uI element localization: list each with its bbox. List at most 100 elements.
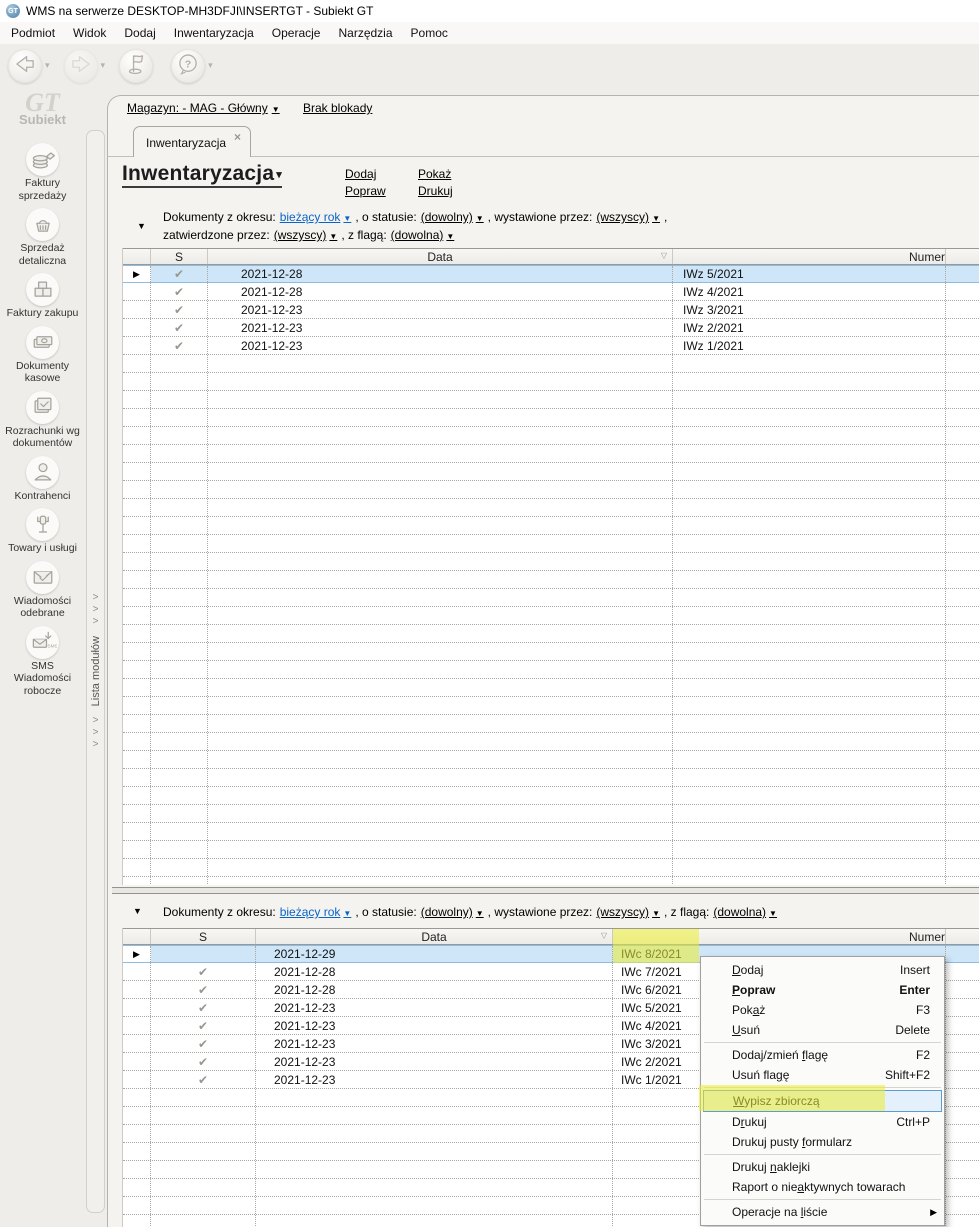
table-row[interactable]: ✔2021-12-23IWz 1/2021: [123, 337, 979, 355]
menu-item-drukuj[interactable]: DrukujCtrl+P: [701, 1112, 944, 1132]
sort-indicator-icon[interactable]: ▽: [601, 931, 607, 940]
column-header-filler[interactable]: [946, 249, 979, 264]
empty-table-row[interactable]: [123, 553, 979, 571]
empty-table-row[interactable]: [123, 769, 979, 787]
tab-inwentaryzacja[interactable]: Inwentaryzacja ×: [133, 126, 251, 157]
sidebar-item-sms-wiadomo-ci-robocze[interactable]: SMSSMS Wiadomości robocze: [2, 623, 84, 701]
empty-table-row[interactable]: [123, 625, 979, 643]
popraw-link[interactable]: Popraw: [345, 184, 386, 198]
table-row[interactable]: ✔2021-12-23IWz 3/2021: [123, 301, 979, 319]
menubar-item-pomoc[interactable]: Pomoc: [402, 23, 457, 43]
table-row[interactable]: ✔2021-12-23IWz 2/2021: [123, 319, 979, 337]
empty-table-row[interactable]: [123, 697, 979, 715]
table-row[interactable]: ▶✔2021-12-28IWz 5/2021: [123, 265, 979, 283]
menu-item-raport-o-nieaktywnych-towarach[interactable]: Raport o nieaktywnych towarach: [701, 1177, 944, 1197]
empty-table-row[interactable]: [123, 715, 979, 733]
menubar-item-narzędzia[interactable]: Narzędzia: [329, 23, 401, 43]
column-header-numer[interactable]: Numer: [613, 929, 946, 944]
empty-table-row[interactable]: [123, 751, 979, 769]
empty-table-row[interactable]: [123, 643, 979, 661]
chevron-down-icon[interactable]: ▾: [208, 60, 213, 71]
pokaz-link[interactable]: Pokaż: [418, 167, 451, 181]
column-header-s[interactable]: S: [151, 249, 208, 264]
menu-item-dodaj[interactable]: DodajInsert: [701, 960, 944, 980]
empty-table-row[interactable]: [123, 787, 979, 805]
menubar-item-podmiot[interactable]: Podmiot: [2, 23, 64, 43]
chevron-down-icon[interactable]: ▾: [101, 60, 106, 71]
empty-table-row[interactable]: [123, 517, 979, 535]
menu-item-operacje-na-li-cie[interactable]: Operacje na liście▶: [701, 1202, 944, 1222]
filter-value-dropdown[interactable]: (wszyscy)▼: [596, 210, 660, 224]
help-button[interactable]: ?: [171, 49, 205, 83]
empty-table-row[interactable]: [123, 409, 979, 427]
sidebar-item-towary-i-us-ugi[interactable]: Towary i usługi: [2, 505, 84, 558]
menubar-item-dodaj[interactable]: Dodaj: [115, 23, 164, 43]
menu-item-usu-[interactable]: UsuńDelete: [701, 1020, 944, 1040]
menu-item-dodaj-zmie-flag-[interactable]: Dodaj/zmień flagęF2: [701, 1045, 944, 1065]
menu-item-drukuj-pusty-formularz[interactable]: Drukuj pusty formularz: [701, 1132, 944, 1152]
empty-table-row[interactable]: [123, 823, 979, 841]
column-header-marker[interactable]: [123, 249, 151, 264]
column-header-data[interactable]: Data▽: [208, 249, 673, 264]
menubar-item-widok[interactable]: Widok: [64, 23, 115, 43]
menu-item-poka-[interactable]: PokażF3: [701, 1000, 944, 1020]
filter-collapse-icon[interactable]: ▼: [137, 221, 146, 231]
empty-table-row[interactable]: [123, 805, 979, 823]
menu-item-popraw[interactable]: PoprawEnter: [701, 980, 944, 1000]
table-row[interactable]: ✔2021-12-28IWz 4/2021: [123, 283, 979, 301]
empty-table-row[interactable]: [123, 427, 979, 445]
sidebar-item-faktury-zakupu[interactable]: Faktury zakupu: [2, 270, 84, 323]
menubar-item-operacje[interactable]: Operacje: [263, 23, 330, 43]
menu-item-usu-flag-[interactable]: Usuń flagęShift+F2: [701, 1065, 944, 1085]
warehouse-selector[interactable]: Magazyn: - MAG - Główny▼: [127, 101, 280, 115]
filter-collapse-icon[interactable]: ▼: [133, 906, 142, 916]
column-header-data[interactable]: Data▽: [256, 929, 613, 944]
sidebar-item-dokumenty-kasowe[interactable]: Dokumenty kasowe: [2, 323, 84, 388]
modules-strip-toggle[interactable]: > > > Lista modułów > > >: [86, 130, 105, 1213]
filter-value-dropdown[interactable]: bieżący rok▼: [280, 210, 352, 224]
empty-table-row[interactable]: [123, 481, 979, 499]
filter-value-dropdown[interactable]: (wszyscy)▼: [274, 228, 338, 242]
filter-value-dropdown[interactable]: (dowolny)▼: [421, 210, 484, 224]
drukuj-link[interactable]: Drukuj: [418, 184, 453, 198]
column-header-s[interactable]: S: [151, 929, 256, 944]
empty-table-row[interactable]: [123, 607, 979, 625]
filter-value-dropdown[interactable]: (wszyscy)▼: [596, 905, 660, 919]
dodaj-link[interactable]: Dodaj: [345, 167, 376, 181]
sidebar-item-wiadomo-ci-odebrane[interactable]: Wiadomości odebrane: [2, 558, 84, 623]
empty-table-row[interactable]: [123, 841, 979, 859]
empty-table-row[interactable]: [123, 679, 979, 697]
empty-table-row[interactable]: [123, 877, 979, 885]
chevron-down-icon[interactable]: ▾: [45, 60, 50, 71]
empty-table-row[interactable]: [123, 499, 979, 517]
empty-table-row[interactable]: [123, 445, 979, 463]
empty-table-row[interactable]: [123, 661, 979, 679]
nav-arrow-button[interactable]: [8, 49, 42, 83]
empty-table-row[interactable]: [123, 733, 979, 751]
close-icon[interactable]: ×: [234, 130, 241, 144]
sort-indicator-icon[interactable]: ▽: [661, 251, 667, 260]
page-title[interactable]: Inwentaryzacja▾: [122, 162, 282, 186]
empty-table-row[interactable]: [123, 391, 979, 409]
column-header-marker[interactable]: [123, 929, 151, 944]
filter-value-dropdown[interactable]: (dowolna)▼: [391, 228, 455, 242]
filter-value-dropdown[interactable]: bieżący rok▼: [280, 905, 352, 919]
flag-button[interactable]: [119, 49, 153, 83]
sidebar-item-kontrahenci[interactable]: Kontrahenci: [2, 453, 84, 506]
lock-status-link[interactable]: Brak blokady: [303, 101, 372, 115]
sidebar-item-faktury-sprzeda-y[interactable]: Faktury sprzedaży: [2, 140, 84, 205]
empty-table-row[interactable]: [123, 355, 979, 373]
menu-item-drukuj-naklejki[interactable]: Drukuj naklejki: [701, 1157, 944, 1177]
filter-value-dropdown[interactable]: (dowolny)▼: [421, 905, 484, 919]
empty-table-row[interactable]: [123, 373, 979, 391]
empty-table-row[interactable]: [123, 859, 979, 877]
column-header-filler[interactable]: [946, 929, 979, 944]
empty-table-row[interactable]: [123, 535, 979, 553]
empty-table-row[interactable]: [123, 463, 979, 481]
empty-table-row[interactable]: [123, 571, 979, 589]
menubar-item-inwentaryzacja[interactable]: Inwentaryzacja: [165, 23, 263, 43]
filter-value-dropdown[interactable]: (dowolna)▼: [713, 905, 777, 919]
sidebar-item-sprzeda-detaliczna[interactable]: Sprzedaż detaliczna: [2, 205, 84, 270]
column-header-numer[interactable]: Numer: [673, 249, 946, 264]
empty-table-row[interactable]: [123, 589, 979, 607]
